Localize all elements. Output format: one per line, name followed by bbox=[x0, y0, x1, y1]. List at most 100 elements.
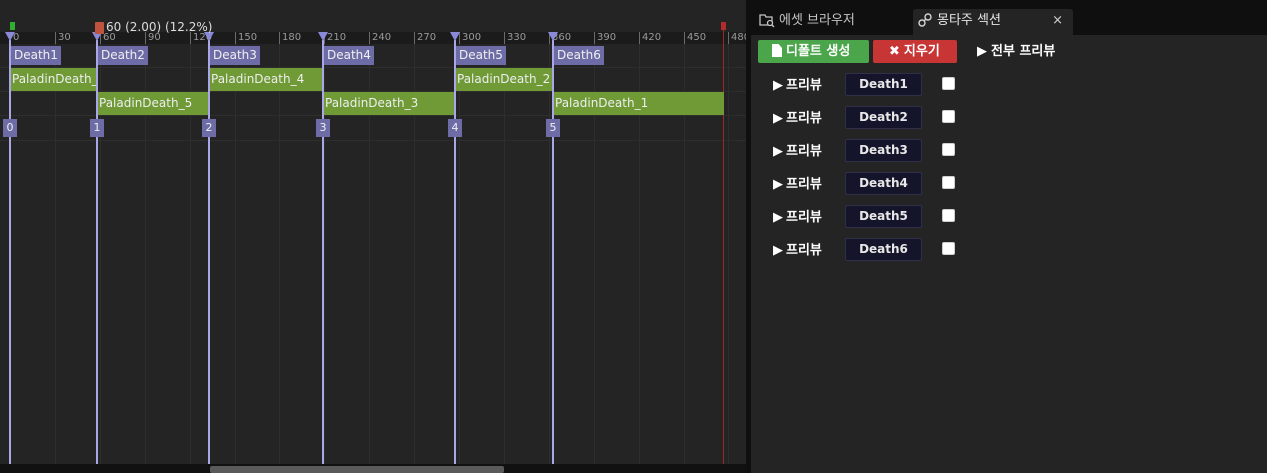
section-checkbox[interactable] bbox=[942, 143, 955, 156]
ruler-tick-label: 390 bbox=[597, 32, 617, 43]
play-icon: ▶ bbox=[773, 111, 783, 126]
section-name-button[interactable]: Death3 bbox=[845, 139, 922, 162]
play-icon: ▶ bbox=[773, 243, 783, 258]
grid-row-line bbox=[0, 115, 746, 116]
ruler-tick-label: 480 bbox=[731, 32, 746, 43]
tab-montage-sections[interactable]: 몽타주 섹션 × bbox=[913, 9, 1073, 35]
montage-sections-panel: 디폴트 생성 ✖ 지우기 ▶ 전부 프리뷰 ▶ 프리뷰 Death1 ▶ 프리뷰 Death2… bbox=[751, 35, 1267, 473]
ruler-tick bbox=[728, 32, 729, 44]
section-checkbox[interactable] bbox=[942, 77, 955, 90]
section-index-badge[interactable]: 2 bbox=[202, 119, 216, 137]
section-label[interactable]: Death3 bbox=[210, 46, 260, 65]
section-index-badge[interactable]: 4 bbox=[448, 119, 462, 137]
x-icon: ✖ bbox=[889, 44, 900, 59]
play-icon: ▶ bbox=[773, 210, 783, 225]
start-marker-icon bbox=[10, 22, 15, 30]
grid-row-line bbox=[0, 67, 746, 68]
grid-column-line bbox=[279, 44, 280, 464]
section-marker-line[interactable] bbox=[208, 40, 210, 464]
tab-asset-browser[interactable]: 에셋 브라우저 bbox=[755, 9, 911, 35]
timeline-scrollbar-thumb[interactable] bbox=[210, 466, 504, 473]
row-preview-button[interactable]: ▶ 프리뷰 bbox=[773, 76, 822, 96]
ruler-tick-label: 330 bbox=[507, 32, 527, 43]
grid-column-line bbox=[504, 44, 505, 464]
section-index-badge[interactable]: 1 bbox=[90, 119, 104, 137]
section-marker-icon[interactable] bbox=[450, 32, 460, 41]
section-checkbox[interactable] bbox=[942, 176, 955, 189]
grid-column-line bbox=[459, 44, 460, 464]
playhead-icon[interactable] bbox=[95, 22, 104, 34]
anim-segment[interactable]: PaladinDeath_1 bbox=[553, 92, 724, 115]
grid-column-line bbox=[55, 44, 56, 464]
ruler-tick-label: 210 bbox=[327, 32, 347, 43]
ruler-tick-label: 180 bbox=[282, 32, 302, 43]
section-row: ▶ 프리뷰 Death5 bbox=[751, 205, 1267, 231]
play-icon: ▶ bbox=[773, 144, 783, 159]
montage-timeline[interactable]: 0 30 60 90 120 150 180 210 240 270 300 330 360 390 420… bbox=[0, 0, 746, 473]
anim-segment[interactable]: PaladinDeath_5 bbox=[97, 92, 209, 115]
section-marker-line[interactable] bbox=[9, 40, 11, 464]
row-preview-button[interactable]: ▶ 프리뷰 bbox=[773, 109, 822, 129]
clear-button[interactable]: ✖ 지우기 bbox=[873, 40, 957, 63]
ruler-tick bbox=[279, 32, 280, 44]
montage-icon bbox=[918, 13, 932, 27]
grid-row-line bbox=[0, 140, 746, 141]
ruler-tick bbox=[639, 32, 640, 44]
section-index-badge[interactable]: 3 bbox=[316, 119, 330, 137]
section-name-button[interactable]: Death2 bbox=[845, 106, 922, 129]
section-marker-line[interactable] bbox=[96, 40, 98, 464]
section-label[interactable]: Death4 bbox=[324, 46, 374, 65]
section-marker-line[interactable] bbox=[552, 40, 554, 464]
section-index-badge[interactable]: 5 bbox=[546, 119, 560, 137]
clear-label: 지우기 bbox=[903, 44, 940, 59]
section-marker-line[interactable] bbox=[454, 40, 456, 464]
section-index-badge[interactable]: 0 bbox=[3, 119, 17, 137]
ruler-tick-label: 30 bbox=[58, 32, 71, 43]
anim-segment[interactable]: PaladinDeath_3 bbox=[323, 92, 455, 115]
create-default-button[interactable]: 디폴트 생성 bbox=[758, 40, 869, 63]
section-row: ▶ 프리뷰 Death6 bbox=[751, 238, 1267, 264]
section-label[interactable]: Death2 bbox=[98, 46, 148, 65]
folder-search-icon bbox=[759, 14, 775, 28]
grid-column-line bbox=[728, 44, 729, 464]
anim-segment[interactable]: PaladinDeath_4 bbox=[209, 68, 323, 91]
section-checkbox[interactable] bbox=[942, 209, 955, 222]
section-marker-icon[interactable] bbox=[548, 32, 558, 41]
ruler-tick-label: 240 bbox=[372, 32, 392, 43]
ruler-tick bbox=[684, 32, 685, 44]
close-icon[interactable]: × bbox=[1052, 9, 1063, 33]
row-preview-button[interactable]: ▶ 프리뷰 bbox=[773, 142, 822, 162]
ruler-tick bbox=[235, 32, 236, 44]
section-name-button[interactable]: Death1 bbox=[845, 73, 922, 96]
section-label[interactable]: Death1 bbox=[11, 46, 61, 65]
anim-segment[interactable]: PaladinDeath_ bbox=[10, 68, 97, 91]
section-row: ▶ 프리뷰 Death2 bbox=[751, 106, 1267, 132]
row-preview-button[interactable]: ▶ 프리뷰 bbox=[773, 208, 822, 228]
row-preview-button[interactable]: ▶ 프리뷰 bbox=[773, 175, 822, 195]
section-name-button[interactable]: Death4 bbox=[845, 172, 922, 195]
ruler-tick-label: 270 bbox=[417, 32, 437, 43]
row-preview-button[interactable]: ▶ 프리뷰 bbox=[773, 241, 822, 261]
section-checkbox[interactable] bbox=[942, 110, 955, 123]
grid-column-line bbox=[549, 44, 550, 464]
section-label[interactable]: Death6 bbox=[554, 46, 604, 65]
section-label[interactable]: Death5 bbox=[456, 46, 506, 65]
play-icon: ▶ bbox=[773, 78, 783, 93]
row-preview-label: 프리뷰 bbox=[786, 177, 822, 192]
play-icon: ▶ bbox=[977, 44, 987, 59]
preview-all-button[interactable]: ▶ 전부 프리뷰 bbox=[977, 40, 1067, 63]
row-preview-label: 프리뷰 bbox=[786, 78, 822, 93]
section-checkbox[interactable] bbox=[942, 242, 955, 255]
row-preview-label: 프리뷰 bbox=[786, 210, 822, 225]
section-name-button[interactable]: Death6 bbox=[845, 238, 922, 261]
section-row: ▶ 프리뷰 Death4 bbox=[751, 172, 1267, 198]
play-icon: ▶ bbox=[773, 177, 783, 192]
section-marker-line[interactable] bbox=[322, 40, 324, 464]
section-name-button[interactable]: Death5 bbox=[845, 205, 922, 228]
ruler-tick bbox=[369, 32, 370, 44]
create-default-label: 디폴트 생성 bbox=[786, 44, 851, 59]
section-marker-icon[interactable] bbox=[5, 32, 15, 41]
ruler-tick bbox=[504, 32, 505, 44]
section-marker-icon[interactable] bbox=[318, 32, 328, 41]
anim-segment[interactable]: PaladinDeath_2 bbox=[455, 68, 554, 91]
